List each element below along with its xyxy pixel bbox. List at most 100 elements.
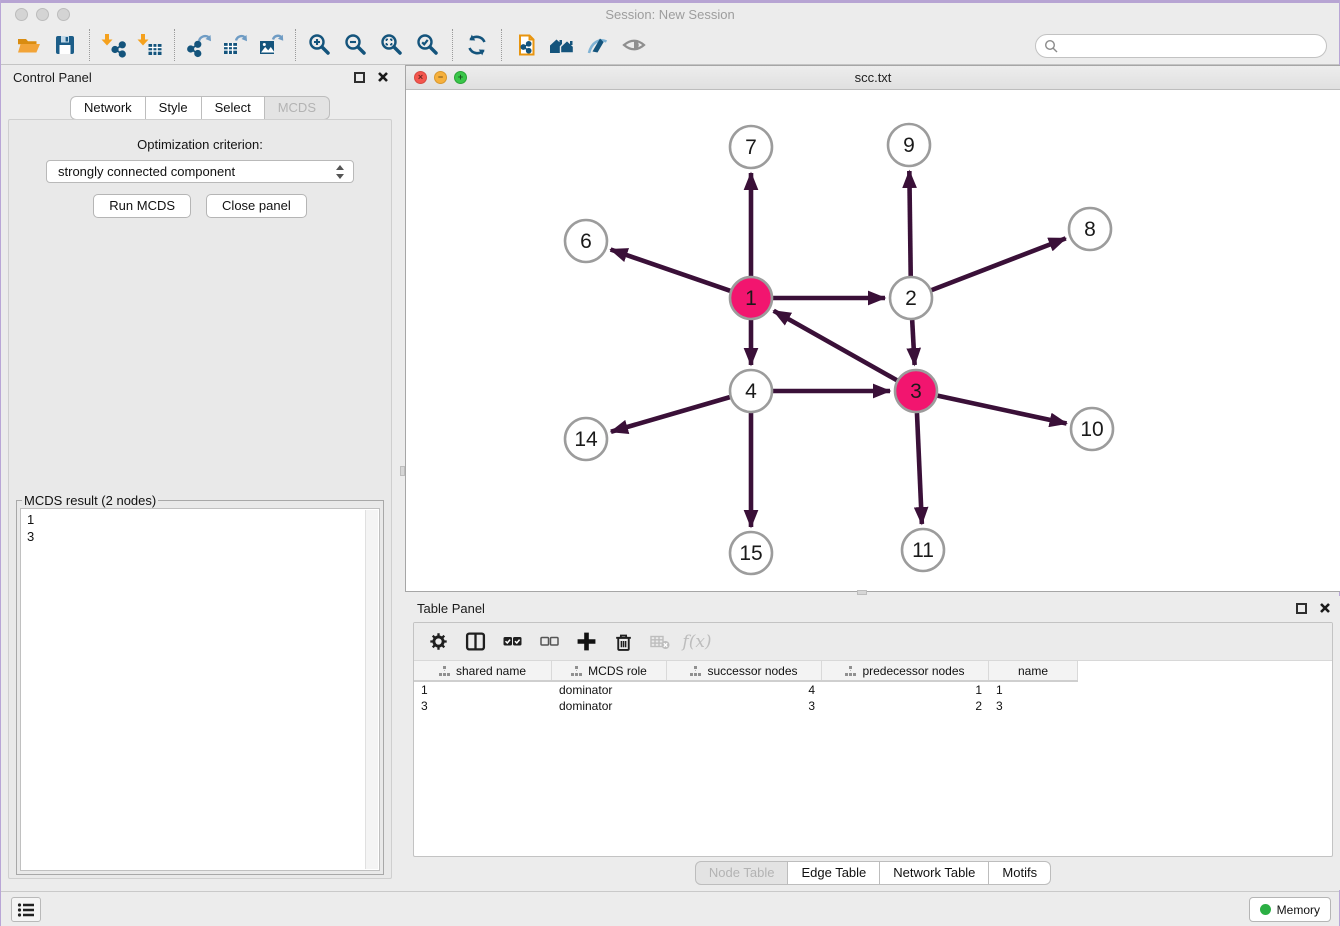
column-header-mcds-role[interactable]: MCDS role (552, 661, 667, 680)
houses-button[interactable] (544, 29, 580, 61)
table-tabs: Node Table Edge Table Network Table Moti… (405, 858, 1340, 888)
add-column-button[interactable] (572, 628, 600, 656)
memory-status-icon (1260, 904, 1271, 915)
tab-select[interactable]: Select (202, 96, 265, 120)
graph-node-label: 3 (910, 380, 922, 403)
export-network-icon (186, 32, 212, 58)
graph-edge-1-6[interactable] (611, 249, 731, 290)
close-table-panel-icon[interactable] (1319, 602, 1331, 614)
graph-edge-3-1[interactable] (774, 311, 897, 380)
control-panel-tabs: Network Style Select MCDS (1, 96, 399, 120)
vertical-splitter-handle[interactable] (400, 466, 405, 476)
horizontal-splitter-handle[interactable] (857, 590, 867, 595)
result-scrollbar[interactable] (365, 510, 378, 869)
graph-edge-2-8[interactable] (932, 238, 1066, 290)
control-panel-title: Control Panel (13, 70, 92, 85)
column-header-shared-name[interactable]: shared name (414, 661, 552, 680)
titlebar: Session: New Session (1, 3, 1339, 26)
save-session-button[interactable] (47, 29, 83, 61)
column-header-predecessor-nodes[interactable]: predecessor nodes (822, 661, 989, 680)
export-table-button[interactable] (217, 29, 253, 61)
column-header-successor-nodes[interactable]: successor nodes (667, 661, 822, 680)
status-bar: Memory (1, 891, 1339, 926)
toolbar-separator (89, 29, 90, 61)
column-header-name[interactable]: name (989, 661, 1078, 680)
table-cell: 1 (989, 682, 1078, 698)
memory-button[interactable]: Memory (1249, 897, 1331, 922)
tab-network[interactable]: Network (70, 96, 146, 120)
tab-mcds[interactable]: MCDS (265, 96, 330, 120)
plus-icon (576, 631, 597, 652)
table-cell: 1 (414, 682, 552, 698)
gear-icon (428, 631, 449, 652)
float-panel-icon[interactable] (354, 72, 365, 83)
show-columns-button[interactable] (461, 628, 489, 656)
tab-motifs[interactable]: Motifs (989, 861, 1051, 885)
graph-edge-2-3[interactable] (912, 320, 914, 365)
mcds-result-text[interactable]: 1 3 (20, 508, 380, 871)
deselect-all-columns-button[interactable] (535, 628, 563, 656)
graph-node-label: 9 (903, 134, 915, 157)
tab-edge-table[interactable]: Edge Table (788, 861, 880, 885)
copy-network-button[interactable] (508, 29, 544, 61)
graph-node-label: 11 (912, 539, 934, 562)
table-settings-button[interactable] (424, 628, 452, 656)
graph-edge-3-10[interactable] (938, 396, 1067, 424)
hide-details-button[interactable] (616, 29, 652, 61)
tab-network-table[interactable]: Network Table (880, 861, 989, 885)
table-header-row: shared name MCDS role successor nodes pr… (414, 661, 1078, 682)
tab-node-table[interactable]: Node Table (695, 861, 789, 885)
search-box[interactable] (1035, 34, 1327, 58)
toolbar-separator (174, 29, 175, 61)
export-image-button[interactable] (253, 29, 289, 61)
table-row[interactable]: 3dominator323 (414, 698, 1332, 714)
zoom-fit-button[interactable] (374, 29, 410, 61)
network-view-window: × − + scc.txt 7968124314101511 (405, 65, 1340, 592)
memory-label: Memory (1277, 903, 1320, 917)
table-row[interactable]: 1dominator411 (414, 682, 1332, 698)
graph-node-label: 7 (745, 136, 757, 159)
graph-edge-3-11[interactable] (917, 413, 922, 524)
export-network-button[interactable] (181, 29, 217, 61)
search-input[interactable] (1059, 37, 1318, 55)
criterion-dropdown[interactable]: strongly connected component (46, 160, 354, 183)
float-table-panel-icon[interactable] (1296, 603, 1307, 614)
zoom-selected-icon (415, 32, 441, 58)
task-history-button[interactable] (11, 897, 41, 922)
import-table-button[interactable] (132, 29, 168, 61)
columns-icon (465, 631, 486, 652)
checked-boxes-icon (502, 631, 523, 652)
delete-table-button[interactable] (646, 628, 674, 656)
apply-layout-button[interactable] (459, 29, 495, 61)
zoom-out-button[interactable] (338, 29, 374, 61)
table-cell: 1 (822, 682, 989, 698)
import-network-icon (101, 32, 127, 58)
network-canvas[interactable]: 7968124314101511 (406, 90, 1340, 591)
search-icon (1044, 39, 1059, 54)
application-window: Session: New Session (0, 0, 1340, 926)
style-details-button[interactable] (580, 29, 616, 61)
control-panel: Control Panel Network Style Select MCDS … (1, 65, 399, 883)
delete-column-button[interactable] (609, 628, 637, 656)
graph-node-label: 14 (574, 428, 598, 451)
graph-edge-4-14[interactable] (611, 397, 730, 432)
close-panel-icon[interactable] (377, 71, 389, 83)
select-all-columns-button[interactable] (498, 628, 526, 656)
import-network-button[interactable] (96, 29, 132, 61)
run-mcds-button[interactable]: Run MCDS (93, 194, 191, 218)
close-panel-button[interactable]: Close panel (206, 194, 307, 218)
table-panel-title: Table Panel (417, 601, 485, 616)
zoom-selected-button[interactable] (410, 29, 446, 61)
tab-style[interactable]: Style (146, 96, 202, 120)
graph-edge-2-9[interactable] (909, 171, 910, 276)
open-session-button[interactable] (11, 29, 47, 61)
zoom-in-button[interactable] (302, 29, 338, 61)
table-cell: 2 (822, 698, 989, 714)
dropdown-arrows-icon (336, 165, 345, 179)
graph-node-label: 1 (745, 287, 757, 310)
mcds-result-title: MCDS result (2 nodes) (22, 493, 158, 508)
main-toolbar (1, 26, 1339, 65)
hierarchy-icon (571, 666, 582, 676)
houses-icon (548, 32, 576, 58)
function-builder-button[interactable]: f(x) (683, 628, 711, 656)
